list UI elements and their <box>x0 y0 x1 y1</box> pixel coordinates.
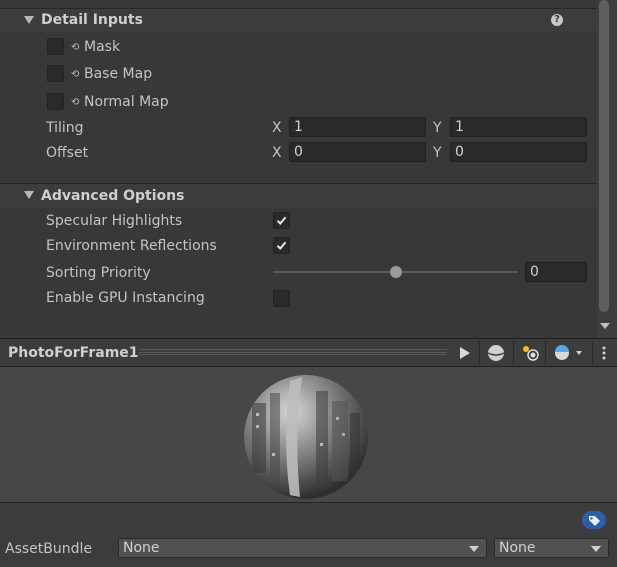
checkmark-icon <box>276 241 287 250</box>
base-map-texture-slot[interactable] <box>47 65 64 82</box>
foldout-arrow-icon[interactable] <box>24 191 34 199</box>
preview-shape-button[interactable] <box>483 341 509 365</box>
offset-y-label: Y <box>433 145 442 161</box>
mask-label: Mask <box>84 39 121 55</box>
checkmark-icon <box>276 216 287 225</box>
scrollbar-thumb[interactable] <box>599 0 609 312</box>
asset-bundle-name-dropdown[interactable]: None <box>118 538 487 558</box>
asset-bundle-name-value: None <box>123 540 160 556</box>
inspector-panel: Detail Inputs ? ⟲ Mask ⟲ Base Map ⟲ Norm… <box>0 0 597 338</box>
tiling-x-label: X <box>272 120 282 136</box>
drag-handle[interactable] <box>139 349 447 353</box>
offset-x-label: X <box>272 145 282 161</box>
skybox-icon <box>555 345 582 360</box>
environment-reflections-label: Environment Reflections <box>46 238 217 254</box>
picker-icon[interactable]: ⟲ <box>71 42 79 53</box>
help-icon[interactable]: ? <box>551 14 563 26</box>
tiling-x-field[interactable]: 1 <box>289 117 426 137</box>
preview-light-button[interactable] <box>517 341 543 365</box>
normal-map-label: Normal Map <box>84 94 169 110</box>
sorting-priority-field[interactable]: 0 <box>525 262 587 282</box>
play-icon <box>460 347 470 359</box>
advanced-options-header[interactable]: Advanced Options <box>0 184 597 207</box>
divider <box>513 341 514 365</box>
mask-texture-slot[interactable] <box>47 38 64 55</box>
asset-bundle-footer: AssetBundle None None <box>0 503 617 567</box>
sorting-priority-label: Sorting Priority <box>46 265 151 281</box>
tiling-label: Tiling <box>46 120 84 136</box>
tag-icon[interactable] <box>582 511 606 529</box>
material-preview-viewport[interactable] <box>0 367 617 502</box>
scroll-down-arrow-icon[interactable] <box>600 323 610 329</box>
divider <box>545 341 546 365</box>
kebab-menu-icon <box>602 346 606 360</box>
play-button[interactable] <box>452 341 478 365</box>
detail-inputs-header[interactable]: Detail Inputs ? <box>0 9 597 31</box>
asset-bundle-variant-dropdown[interactable]: None <box>494 538 609 558</box>
offset-x-field[interactable]: 0 <box>289 142 426 162</box>
picker-icon[interactable]: ⟲ <box>71 97 79 108</box>
scrollbar[interactable] <box>597 0 617 338</box>
divider <box>479 341 480 365</box>
environment-reflections-checkbox[interactable] <box>273 237 290 254</box>
base-map-label: Base Map <box>84 66 153 82</box>
asset-bundle-variant-value: None <box>499 540 536 556</box>
gpu-instancing-label: Enable GPU Instancing <box>46 290 205 306</box>
chevron-down-icon <box>591 546 601 552</box>
light-icon <box>523 346 539 361</box>
divider <box>592 341 593 365</box>
preview-title: PhotoForFrame1 <box>8 345 139 361</box>
drag-handle <box>139 354 447 355</box>
specular-highlights-label: Specular Highlights <box>46 213 183 229</box>
picker-icon[interactable]: ⟲ <box>71 69 79 80</box>
tiling-y-label: Y <box>433 120 442 136</box>
chevron-down-icon <box>469 546 479 552</box>
preview-menu-button[interactable] <box>594 341 614 365</box>
detail-inputs-title: Detail Inputs <box>41 12 143 28</box>
foldout-arrow-icon[interactable] <box>24 16 34 24</box>
normal-map-texture-slot[interactable] <box>47 93 64 110</box>
preview-skybox-dropdown[interactable] <box>548 341 588 365</box>
asset-bundle-label: AssetBundle <box>5 541 93 557</box>
specular-highlights-checkbox[interactable] <box>273 212 290 229</box>
tiling-y-field[interactable]: 1 <box>450 117 587 137</box>
material-preview-sphere <box>244 375 368 499</box>
offset-label: Offset <box>46 145 89 161</box>
sorting-priority-slider-thumb[interactable] <box>389 266 402 278</box>
advanced-options-title: Advanced Options <box>41 188 185 204</box>
offset-y-field[interactable]: 0 <box>450 142 587 162</box>
sphere-shape-icon <box>487 345 505 361</box>
gpu-instancing-checkbox[interactable] <box>273 290 290 307</box>
